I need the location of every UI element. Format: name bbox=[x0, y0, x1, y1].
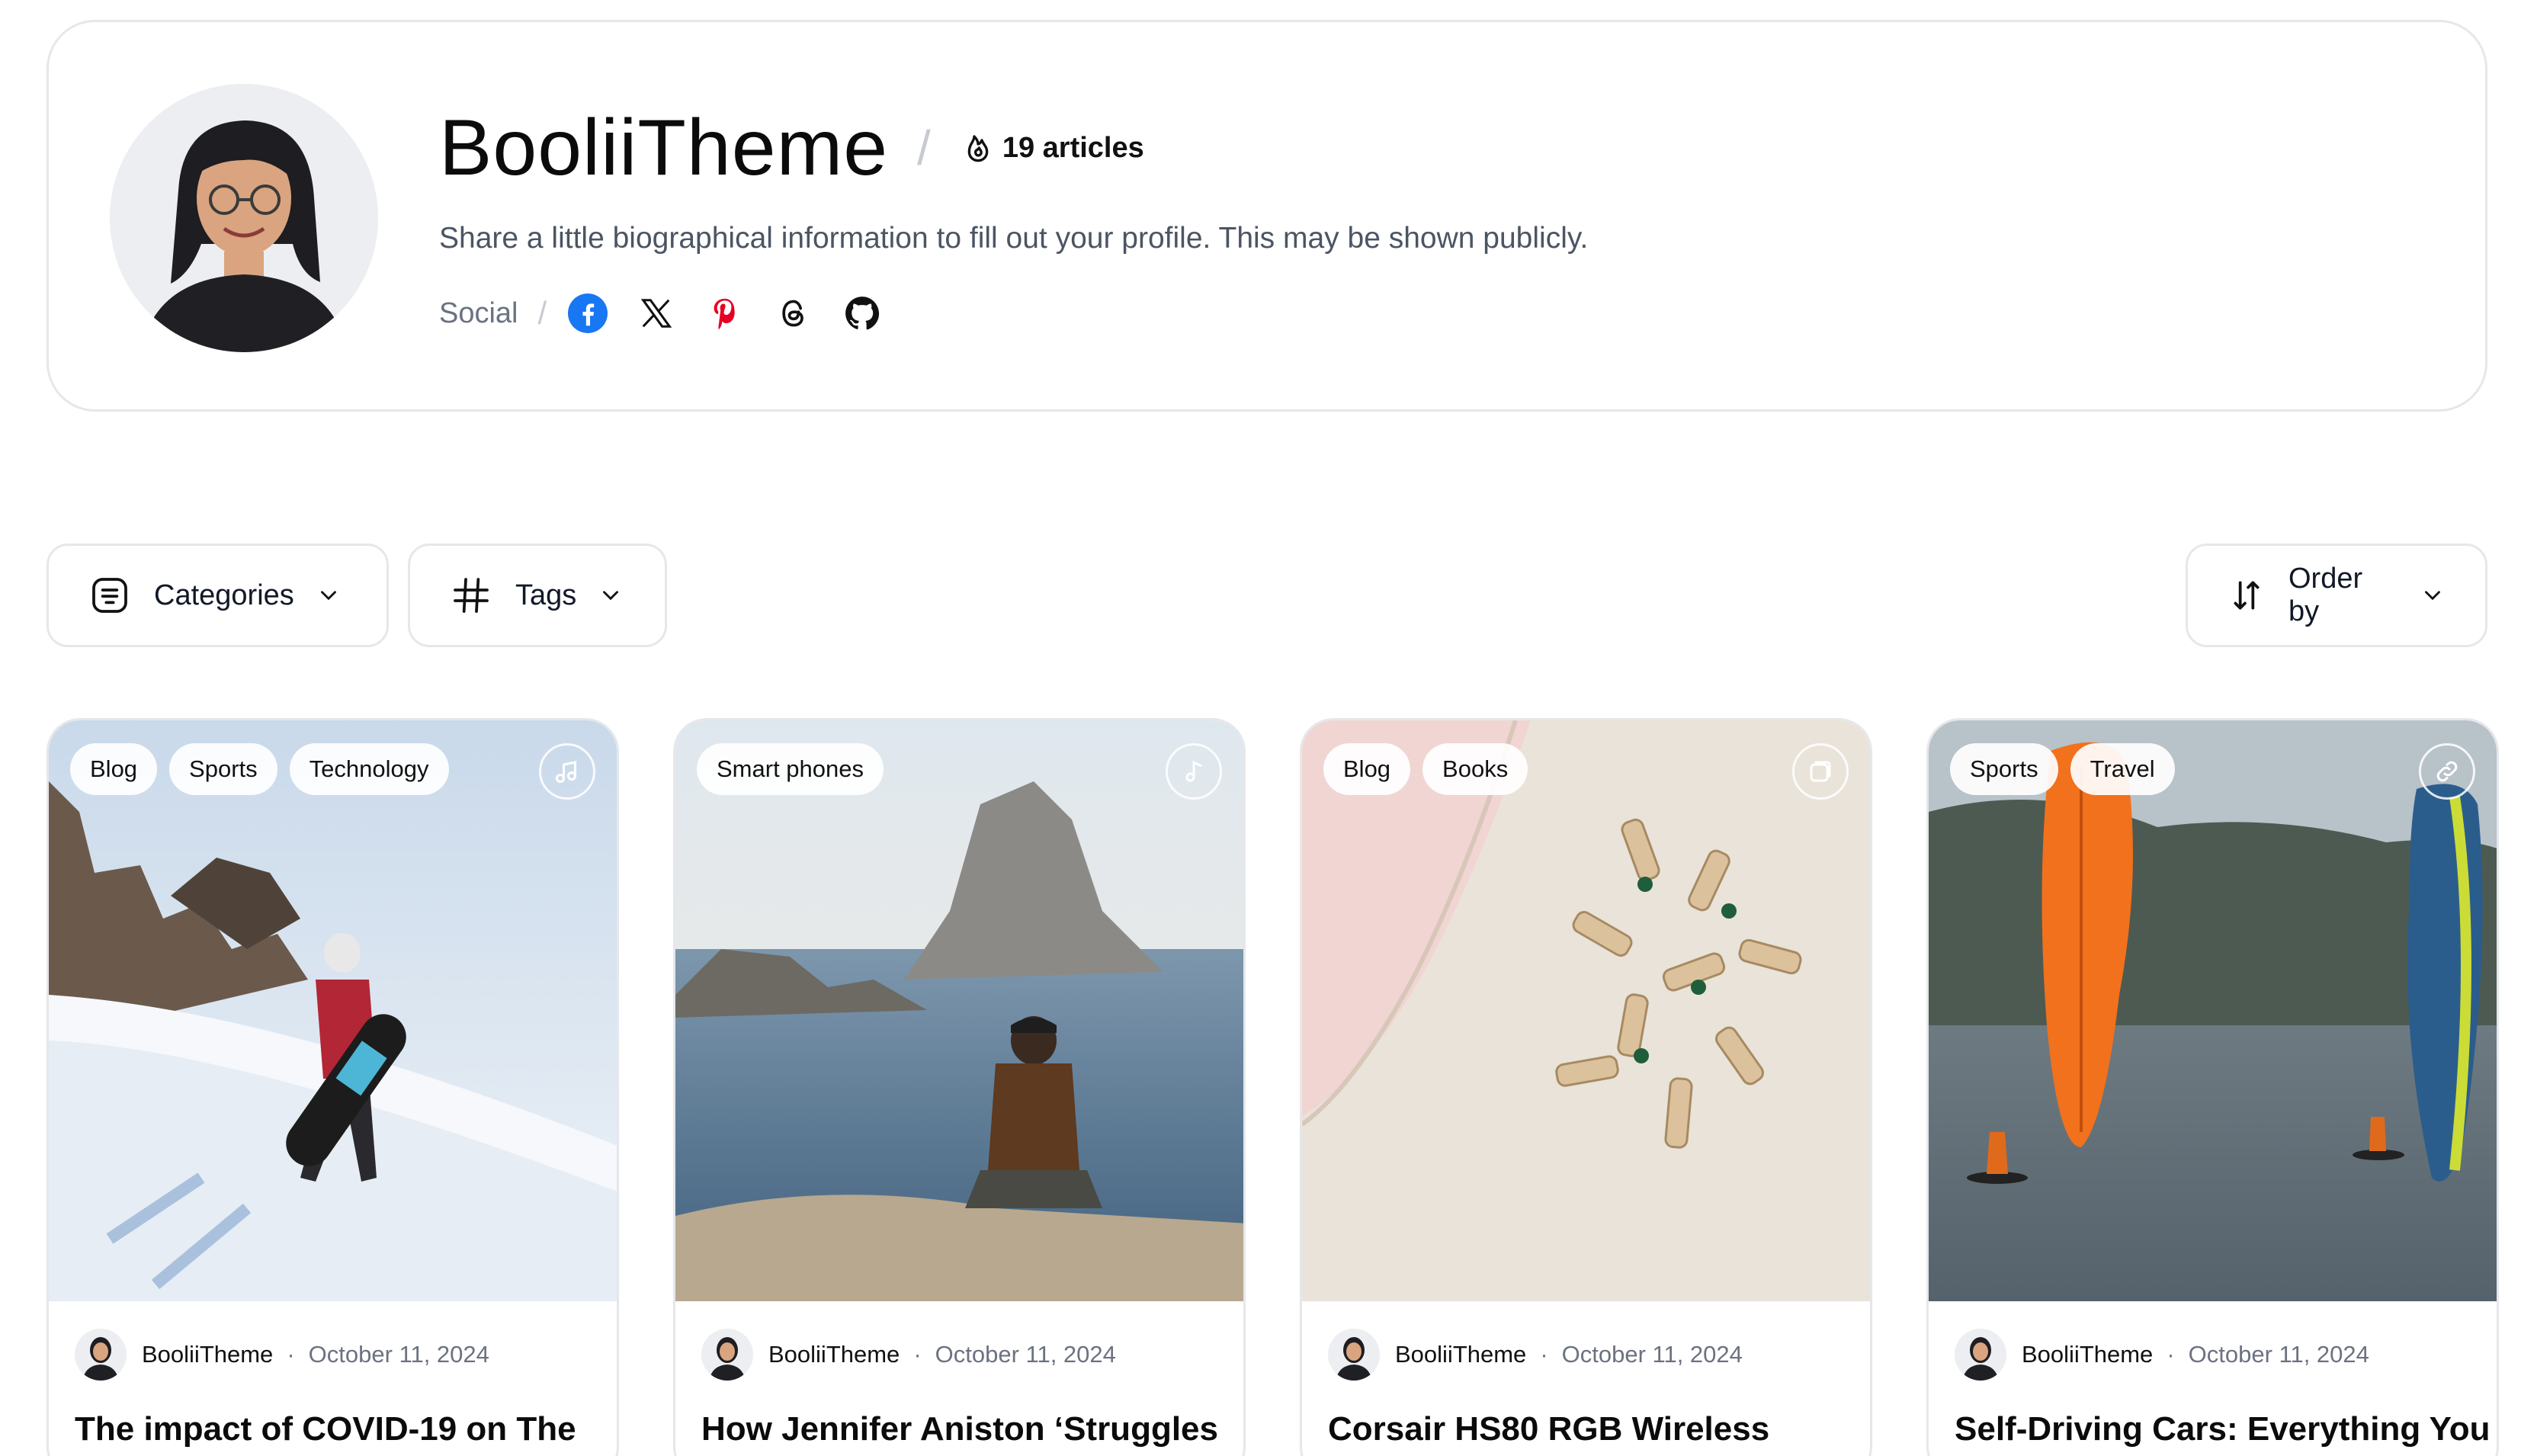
post-meta: BooliiTheme · October 11, 2024 bbox=[701, 1329, 1116, 1381]
post-date: October 11, 2024 bbox=[2188, 1341, 2369, 1368]
post-title[interactable]: The impact of COVID-19 on The bbox=[75, 1406, 598, 1452]
pinterest-icon[interactable] bbox=[705, 293, 745, 333]
categories-dropdown[interactable]: Categories bbox=[47, 544, 389, 647]
tag-chip[interactable]: Blog bbox=[1323, 743, 1411, 795]
post-date: October 11, 2024 bbox=[1561, 1341, 1743, 1368]
meta-separator: · bbox=[913, 1341, 922, 1368]
profile-info: BooliiTheme / 19 articles Share a little… bbox=[439, 95, 2439, 333]
post-title[interactable]: Self-Driving Cars: Everything You bbox=[1955, 1406, 2490, 1452]
author-avatar-small[interactable] bbox=[701, 1329, 753, 1381]
x-icon[interactable] bbox=[637, 293, 676, 333]
author-avatar-small[interactable] bbox=[75, 1329, 127, 1381]
post-tags: Sports Travel bbox=[1950, 743, 2175, 795]
post-date: October 11, 2024 bbox=[308, 1341, 489, 1368]
order-by-label: Order by bbox=[2288, 563, 2363, 627]
sort-icon bbox=[2227, 576, 2266, 614]
post-date: October 11, 2024 bbox=[935, 1341, 1116, 1368]
author-avatar bbox=[110, 84, 378, 352]
facebook-icon[interactable] bbox=[568, 293, 608, 333]
post-meta: BooliiTheme · October 11, 2024 bbox=[1328, 1329, 1743, 1381]
post-card[interactable]: Smart phones BooliiTheme · October 11, 2… bbox=[673, 718, 1246, 1456]
post-tags: Smart phones bbox=[697, 743, 884, 795]
tag-chip[interactable]: Blog bbox=[70, 743, 158, 795]
list-icon bbox=[88, 574, 131, 617]
post-author[interactable]: BooliiTheme bbox=[2022, 1341, 2153, 1368]
meta-separator: · bbox=[287, 1341, 295, 1368]
author-avatar-small[interactable] bbox=[1328, 1329, 1380, 1381]
github-icon[interactable] bbox=[842, 293, 882, 333]
author-avatar-small[interactable] bbox=[1955, 1329, 2006, 1381]
post-author[interactable]: BooliiTheme bbox=[142, 1341, 273, 1368]
post-image-island[interactable] bbox=[675, 720, 1243, 1301]
link-icon bbox=[2419, 743, 2475, 800]
tag-chip[interactable]: Smart phones bbox=[697, 743, 884, 795]
post-meta: BooliiTheme · October 11, 2024 bbox=[1955, 1329, 2369, 1381]
social-links: Social / bbox=[439, 293, 2439, 333]
meta-separator: · bbox=[2167, 1341, 2175, 1368]
social-separator: / bbox=[537, 295, 547, 331]
post-image-snowboarder[interactable] bbox=[49, 720, 617, 1301]
post-title[interactable]: Corsair HS80 RGB Wireless bbox=[1328, 1406, 1852, 1452]
meta-separator: · bbox=[1540, 1341, 1548, 1368]
post-card[interactable]: Sports Travel BooliiTheme · October 11, … bbox=[1926, 718, 2499, 1456]
audio-icon bbox=[539, 743, 595, 800]
social-label: Social bbox=[439, 297, 518, 329]
author-bio: Share a little biographical information … bbox=[439, 222, 1589, 255]
chevron-down-icon bbox=[598, 582, 624, 608]
threads-icon[interactable] bbox=[774, 293, 813, 333]
articles-count-label: 19 articles bbox=[1002, 131, 1144, 164]
tag-chip[interactable]: Travel bbox=[2070, 743, 2175, 795]
categories-label: Categories bbox=[154, 579, 294, 611]
post-tags: Blog Books bbox=[1323, 743, 1528, 795]
gallery-icon bbox=[1792, 743, 1849, 800]
post-card[interactable]: Blog Books BooliiTheme · October 11, 202… bbox=[1300, 718, 1872, 1456]
tag-chip[interactable]: Technology bbox=[289, 743, 449, 795]
music-icon bbox=[1166, 743, 1222, 800]
name-separator: / bbox=[917, 120, 931, 175]
order-by-dropdown[interactable]: Order by bbox=[2186, 544, 2487, 647]
author-profile-card: BooliiTheme / 19 articles Share a little… bbox=[47, 20, 2487, 412]
flame-icon bbox=[967, 135, 989, 162]
profile-name-row: BooliiTheme / 19 articles bbox=[439, 95, 2439, 200]
tag-chip[interactable]: Books bbox=[1422, 743, 1528, 795]
tags-dropdown[interactable]: Tags bbox=[408, 544, 667, 647]
author-name: BooliiTheme bbox=[439, 103, 889, 192]
post-card[interactable]: Blog Sports Technology BooliiTheme · Oct… bbox=[47, 718, 619, 1456]
tags-label: Tags bbox=[515, 579, 577, 611]
post-image-kitesurfing[interactable] bbox=[1929, 720, 2497, 1301]
chevron-down-icon bbox=[316, 582, 342, 608]
chevron-down-icon bbox=[2420, 582, 2446, 608]
post-image-chess[interactable] bbox=[1302, 720, 1870, 1301]
tag-chip[interactable]: Sports bbox=[169, 743, 277, 795]
post-title[interactable]: How Jennifer Aniston ‘Struggles bbox=[701, 1406, 1225, 1452]
articles-count: 19 articles bbox=[963, 132, 1144, 165]
post-author[interactable]: BooliiTheme bbox=[768, 1341, 900, 1368]
tag-chip[interactable]: Sports bbox=[1950, 743, 2058, 795]
post-tags: Blog Sports Technology bbox=[70, 743, 449, 795]
post-meta: BooliiTheme · October 11, 2024 bbox=[75, 1329, 489, 1381]
hashtag-icon bbox=[450, 574, 492, 617]
post-author[interactable]: BooliiTheme bbox=[1395, 1341, 1526, 1368]
